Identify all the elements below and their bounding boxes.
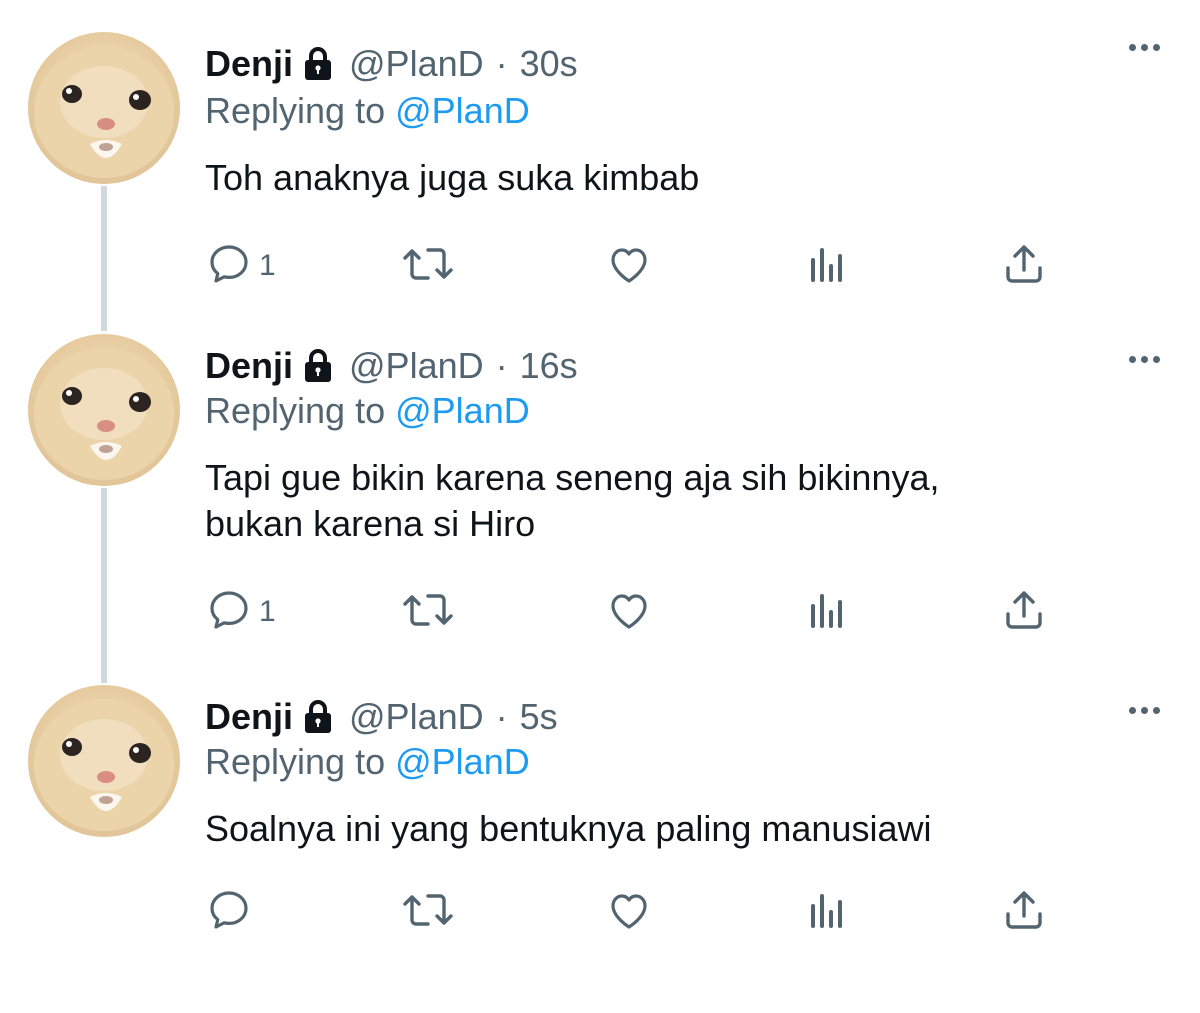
- display-name[interactable]: Denji: [205, 43, 293, 85]
- replying-to: Replying to @PlanD: [205, 90, 530, 132]
- share-button[interactable]: [1000, 884, 1048, 940]
- user-handle[interactable]: @PlanD: [349, 43, 484, 85]
- display-name[interactable]: Denji: [205, 696, 293, 738]
- replying-to-handle[interactable]: @PlanD: [395, 741, 530, 782]
- retweet-icon: [400, 886, 456, 939]
- share-icon: [1000, 240, 1048, 293]
- tweet-text-line: bukan karena si Hiro: [205, 503, 536, 544]
- tweet[interactable]: Denji @PlanD · 30s Replying to @PlanD To…: [0, 0, 1200, 340]
- reply-icon: [205, 586, 253, 639]
- timestamp[interactable]: 30s: [520, 43, 578, 85]
- separator-dot: ·: [495, 43, 508, 84]
- more-icon[interactable]: [1129, 356, 1160, 363]
- share-button[interactable]: [1000, 238, 1048, 294]
- views-icon: [805, 886, 849, 939]
- separator-dot: ·: [495, 696, 508, 737]
- like-icon: [605, 240, 653, 293]
- views-icon: [805, 586, 849, 639]
- tweet-actions: 1: [205, 584, 1055, 640]
- reply-icon: [205, 886, 253, 939]
- lock-icon: [303, 700, 333, 734]
- avatar[interactable]: [28, 32, 180, 184]
- tweet-text: Tapi gue bikin karena seneng aja sih bik…: [205, 455, 1165, 547]
- replying-to-label: Replying to: [205, 390, 386, 431]
- share-button[interactable]: [1000, 584, 1048, 640]
- reply-icon: [205, 240, 253, 293]
- share-icon: [1000, 886, 1048, 939]
- lock-icon: [303, 47, 333, 81]
- reply-button[interactable]: [205, 884, 259, 940]
- retweet-button[interactable]: [400, 584, 456, 640]
- tweet-text-line: Soalnya ini yang bentuknya paling manusi…: [205, 808, 932, 849]
- tweet-actions: 1: [205, 238, 1055, 294]
- reply-button[interactable]: 1: [205, 238, 276, 294]
- views-button[interactable]: [805, 884, 849, 940]
- replying-to-label: Replying to: [205, 741, 386, 782]
- reply-count: 1: [259, 595, 276, 628]
- like-button[interactable]: [605, 884, 653, 940]
- reply-count: 1: [259, 249, 276, 282]
- replying-to: Replying to @PlanD: [205, 741, 530, 783]
- like-button[interactable]: [605, 584, 653, 640]
- tweet-text-line: Toh anaknya juga suka kimbab: [205, 157, 700, 198]
- views-button[interactable]: [805, 238, 849, 294]
- retweet-button[interactable]: [400, 884, 456, 940]
- user-handle[interactable]: @PlanD: [349, 345, 484, 387]
- tweet-header: Denji @PlanD · 16s: [205, 344, 578, 388]
- display-name[interactable]: Denji: [205, 345, 293, 387]
- retweet-icon: [400, 240, 456, 293]
- tweet-actions: [205, 884, 1055, 940]
- more-icon[interactable]: [1129, 707, 1160, 714]
- replying-to-handle[interactable]: @PlanD: [395, 90, 530, 131]
- replying-to-label: Replying to: [205, 90, 386, 131]
- views-button[interactable]: [805, 584, 849, 640]
- like-icon: [605, 586, 653, 639]
- lock-icon: [303, 349, 333, 383]
- reply-button[interactable]: 1: [205, 584, 276, 640]
- like-icon: [605, 886, 653, 939]
- replying-to: Replying to @PlanD: [205, 390, 530, 432]
- tweet-header: Denji @PlanD · 30s: [205, 42, 578, 86]
- tweet[interactable]: Denji @PlanD · 5s Replying to @PlanD Soa…: [0, 673, 1200, 1013]
- share-icon: [1000, 586, 1048, 639]
- replying-to-handle[interactable]: @PlanD: [395, 390, 530, 431]
- separator-dot: ·: [495, 345, 508, 386]
- like-button[interactable]: [605, 238, 653, 294]
- timestamp[interactable]: 5s: [520, 696, 558, 738]
- timestamp[interactable]: 16s: [520, 345, 578, 387]
- tweet-text: Toh anaknya juga suka kimbab: [205, 155, 1165, 201]
- avatar[interactable]: [28, 334, 180, 486]
- tweet-header: Denji @PlanD · 5s: [205, 695, 558, 739]
- tweet-text: Soalnya ini yang bentuknya paling manusi…: [205, 806, 1165, 852]
- views-icon: [805, 240, 849, 293]
- more-icon[interactable]: [1129, 44, 1160, 51]
- tweet[interactable]: Denji @PlanD · 16s Replying to @PlanD Ta…: [0, 322, 1200, 662]
- avatar[interactable]: [28, 685, 180, 837]
- tweet-text-line: Tapi gue bikin karena seneng aja sih bik…: [205, 457, 940, 498]
- retweet-icon: [400, 586, 456, 639]
- user-handle[interactable]: @PlanD: [349, 696, 484, 738]
- retweet-button[interactable]: [400, 238, 456, 294]
